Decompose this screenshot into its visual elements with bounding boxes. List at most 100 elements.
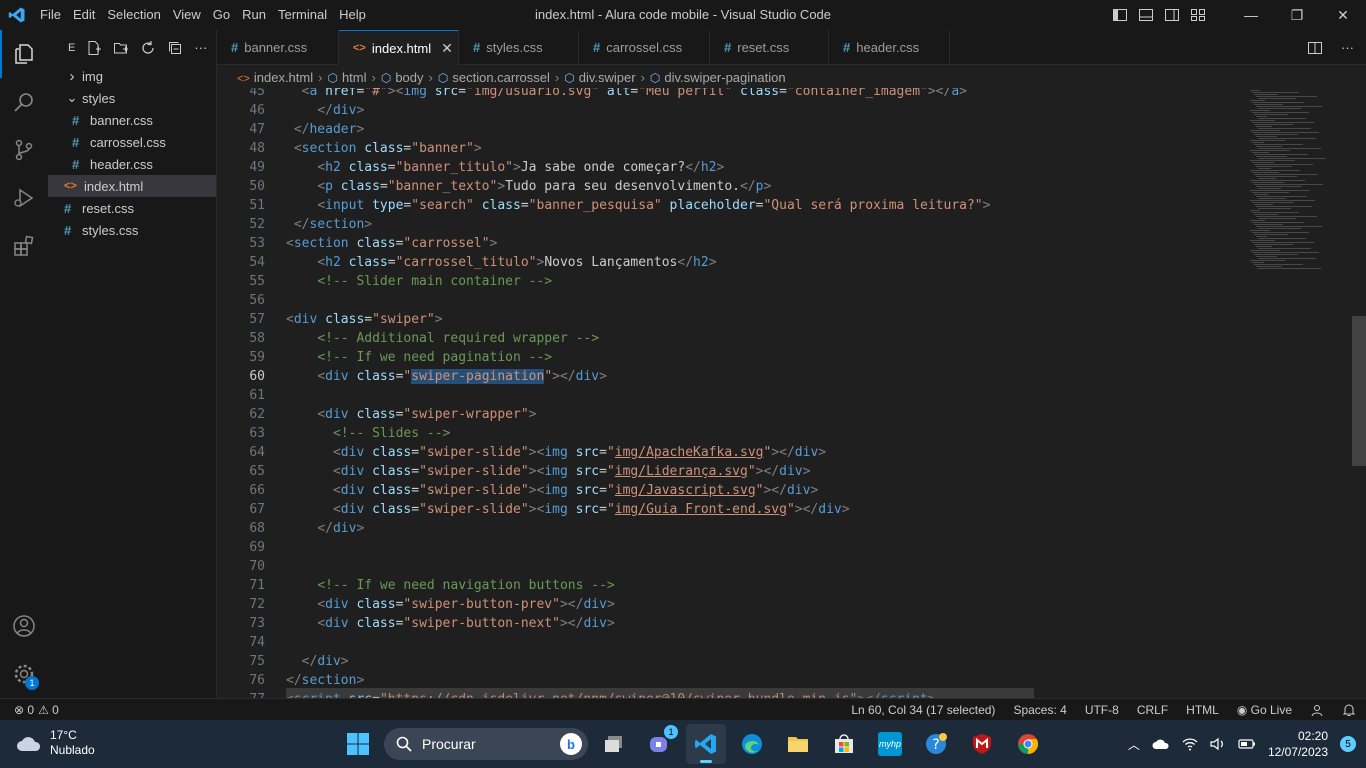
new-file-icon[interactable] [86,40,102,56]
code-line[interactable]: <div class="swiper"> [286,310,990,329]
code-editor[interactable]: 45 46 47 48 49 50 51 52 53 54 55 56 57 58 59 60 61 62 63 64… [217,88,1366,698]
menu-item-terminal[interactable]: Terminal [272,0,333,30]
source-control-icon[interactable] [0,126,48,174]
toggle-panel-icon[interactable] [1138,7,1154,23]
code-line[interactable]: <h2 class="banner_titulo">Ja sabe onde c… [286,158,990,177]
tree-item-styles-css[interactable]: # styles.css [48,219,216,241]
code-line[interactable]: <p class="banner_texto">Tudo para seu de… [286,177,990,196]
weather-widget[interactable]: 17°C Nublado [16,728,95,758]
breadcrumb-item[interactable]: ⬡ html [327,70,366,85]
code-line[interactable]: <div class="swiper-pagination"></div> [286,367,990,386]
notifications-bell-icon[interactable] [1342,703,1356,717]
tree-item-reset-css[interactable]: # reset.css [48,197,216,219]
tab-carrossel-css[interactable]: # carrossel.css [579,30,710,65]
onedrive-cloud-icon[interactable] [1152,738,1170,750]
store-icon[interactable] [824,724,864,764]
code-line[interactable]: <!-- If we need pagination --> [286,348,990,367]
tree-item-index-html[interactable]: <> index.html [48,175,216,197]
toggle-secondary-sidebar-icon[interactable] [1164,7,1180,23]
code-content[interactable]: <a href="#"><img src="img/usuario.svg" a… [286,88,990,698]
menu-item-file[interactable]: File [34,0,67,30]
code-line[interactable]: <div class="swiper-slide"><img src="img/… [286,443,990,462]
line-ending[interactable]: CRLF [1137,703,1168,717]
explorer-icon[interactable] [0,30,48,78]
tree-item-styles[interactable]: ⌄ styles [48,87,216,109]
problems-indicator[interactable]: ⊗ 0 ⚠ 0 [0,703,59,717]
manage-gear-icon[interactable]: 1 [0,650,48,698]
code-line[interactable]: <section class="banner"> [286,139,990,158]
wifi-icon[interactable] [1182,737,1198,751]
restore-button[interactable]: ❐ [1274,0,1320,30]
battery-icon[interactable] [1238,738,1256,750]
code-line[interactable]: </div> [286,652,990,671]
close-tab-icon[interactable]: ✕ [441,40,453,57]
extensions-icon[interactable] [0,222,48,270]
vscode-icon[interactable] [686,724,726,764]
vertical-scrollbar[interactable] [1352,316,1366,466]
breadcrumb-item[interactable]: ⬡ body [381,70,424,85]
code-line[interactable]: <section class="carrossel"> [286,234,990,253]
menu-item-view[interactable]: View [167,0,207,30]
minimap[interactable] [1242,88,1352,698]
code-line[interactable]: </section> [286,215,990,234]
code-line[interactable]: <input type="search" class="banner_pesqu… [286,196,990,215]
search-icon[interactable] [0,78,48,126]
code-line[interactable]: <!-- If we need navigation buttons --> [286,576,990,595]
toggle-primary-sidebar-icon[interactable] [1112,7,1128,23]
tree-item-carrossel-css[interactable]: # carrossel.css [48,131,216,153]
taskbar-search[interactable]: Procurar b [384,728,588,760]
volume-icon[interactable] [1210,737,1226,751]
code-line[interactable]: <a href="#"><img src="img/usuario.svg" a… [286,88,990,101]
mcafee-icon[interactable] [962,724,1002,764]
refresh-icon[interactable] [140,40,156,56]
code-line[interactable] [286,538,990,557]
code-line[interactable] [286,291,990,310]
start-button[interactable] [338,724,378,764]
breadcrumb-item[interactable]: ⬡ div.swiper-pagination [650,70,786,85]
run-debug-icon[interactable] [0,174,48,222]
tree-item-banner-css[interactable]: # banner.css [48,109,216,131]
collapse-all-icon[interactable] [167,40,183,56]
meet-chat-icon[interactable]: 1 [640,724,680,764]
indentation[interactable]: Spaces: 4 [1013,703,1066,717]
chrome-icon[interactable] [1008,724,1048,764]
horizontal-scrollbar[interactable] [286,688,1034,698]
task-view-icon[interactable] [594,724,634,764]
customize-layout-icon[interactable] [1190,7,1206,23]
code-line[interactable] [286,557,990,576]
code-line[interactable]: <!-- Slides --> [286,424,990,443]
breadcrumb-item[interactable]: ⬡ div.swiper [564,70,635,85]
code-line[interactable]: <div class="swiper-slide"><img src="img/… [286,462,990,481]
tab-banner-css[interactable]: # banner.css [217,30,339,65]
code-line[interactable]: </header> [286,120,990,139]
tab-styles-css[interactable]: # styles.css [459,30,579,65]
breadcrumb-item[interactable]: <> index.html [237,70,313,85]
code-line[interactable]: <div class="swiper-wrapper"> [286,405,990,424]
clock[interactable]: 02:20 12/07/2023 [1268,728,1328,760]
code-line[interactable]: <!-- Slider main container --> [286,272,990,291]
go-live-button[interactable]: ◉ Go Live [1237,703,1292,717]
tab-reset-css[interactable]: # reset.css [710,30,829,65]
new-folder-icon[interactable] [113,40,129,56]
menu-item-go[interactable]: Go [207,0,236,30]
accounts-status-icon[interactable] [1310,703,1324,717]
tree-item-header-css[interactable]: # header.css [48,153,216,175]
menu-item-selection[interactable]: Selection [101,0,166,30]
more-editor-actions-icon[interactable]: ··· [1341,40,1354,55]
account-icon[interactable] [0,602,48,650]
tree-item-img[interactable]: › img [48,65,216,87]
language-mode[interactable]: HTML [1186,703,1219,717]
cursor-position[interactable]: Ln 60, Col 34 (17 selected) [851,703,995,717]
code-line[interactable]: </div> [286,519,990,538]
show-hidden-icons-chevron-icon[interactable]: ︿ [1128,736,1140,753]
menu-item-help[interactable]: Help [333,0,372,30]
more-actions-icon[interactable]: ··· [194,40,207,55]
menu-item-run[interactable]: Run [236,0,272,30]
tab-header-css[interactable]: # header.css [829,30,950,65]
close-window-button[interactable]: ✕ [1320,0,1366,30]
menu-item-edit[interactable]: Edit [67,0,101,30]
hp-icon[interactable]: myhp [870,724,910,764]
code-line[interactable] [286,386,990,405]
code-line[interactable]: </div> [286,101,990,120]
code-line[interactable] [286,633,990,652]
